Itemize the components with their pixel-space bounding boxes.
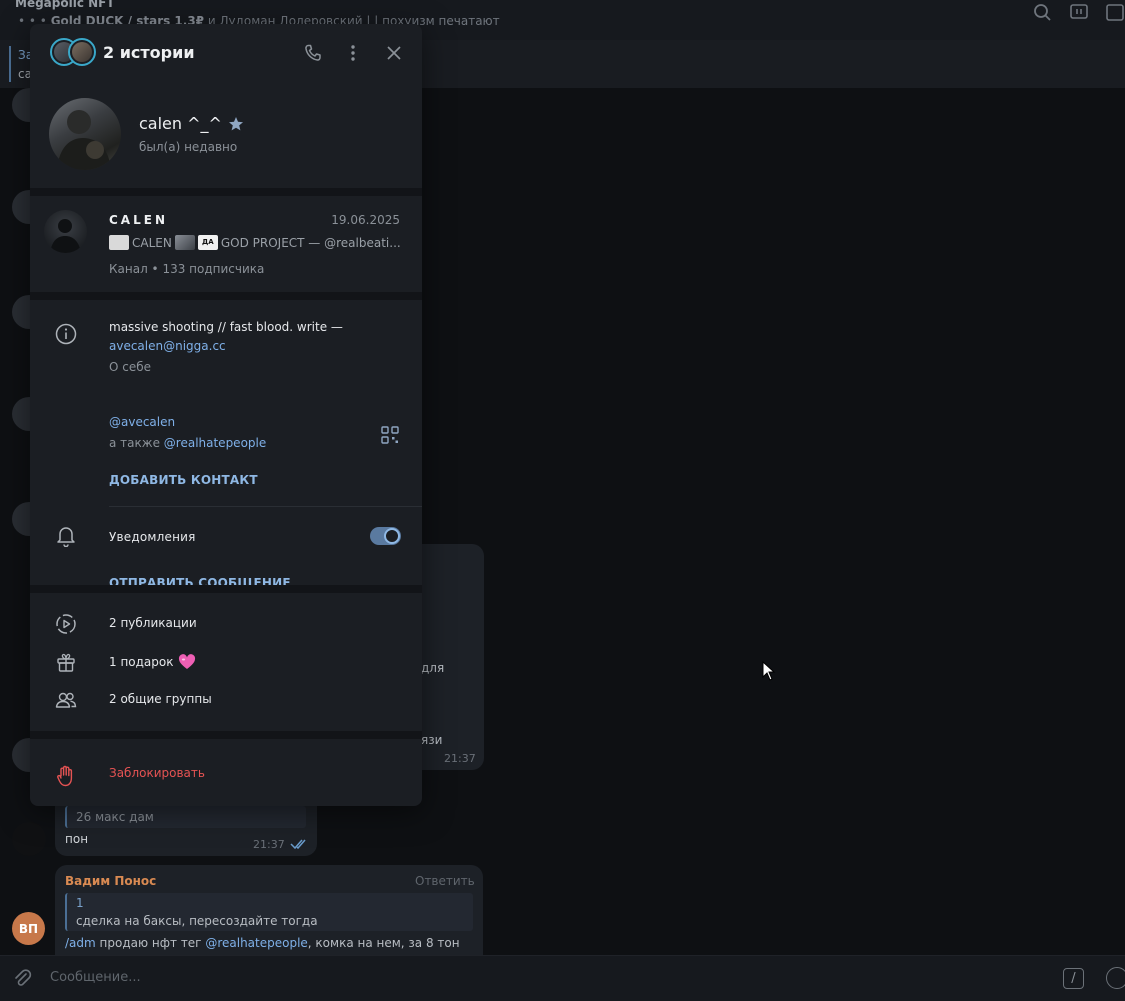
username-block: @avecalen а также @realhatepeople xyxy=(109,413,266,453)
section-separator xyxy=(30,731,422,739)
quote-number: 1 xyxy=(76,896,84,910)
stories-preview[interactable] xyxy=(50,38,96,68)
star-badge-icon[interactable] xyxy=(228,116,244,132)
message-author[interactable]: Вадим Понос xyxy=(65,874,156,888)
double-check-icon xyxy=(290,839,306,850)
common-groups-row[interactable]: 2 общие группы xyxy=(30,681,422,719)
message-text: /adm продаю нфт тег @realhatepeople, ком… xyxy=(65,936,460,950)
channel-meta: Канал • 133 подписчика xyxy=(109,262,265,276)
qr-code-icon[interactable] xyxy=(381,426,399,444)
search-icon[interactable] xyxy=(1033,3,1053,23)
phone-icon[interactable] xyxy=(301,41,325,65)
profile-name: calen ^_^ xyxy=(139,114,244,133)
message-input[interactable]: Сообщение... xyxy=(50,970,141,985)
reply-button[interactable]: Ответить xyxy=(415,874,475,888)
mouse-cursor-icon xyxy=(762,661,776,681)
profile-name-text: calen ^_^ xyxy=(139,114,222,133)
stories-icon xyxy=(54,612,78,636)
common-groups-label: 2 общие группы xyxy=(109,692,212,706)
add-contact-button[interactable]: ДОБАВИТЬ КОНТАКТ xyxy=(109,473,258,487)
user-profile-panel: 2 истории calen ^_^ был(а) недавно CALEN… xyxy=(30,24,422,806)
shared-media-section: 2 публикации 1 подарок 2 общие группы xyxy=(30,593,422,731)
channel-date: 19.06.2025 xyxy=(331,213,400,227)
profile-summary: calen ^_^ был(а) недавно xyxy=(30,84,422,188)
message-time: 21:37 xyxy=(253,838,285,851)
topics-icon[interactable] xyxy=(1069,3,1089,23)
bell-icon xyxy=(54,524,78,548)
more-vertical-icon[interactable] xyxy=(341,41,365,65)
info-section: massive shooting // fast blood. write — … xyxy=(30,300,422,590)
bio-block: massive shooting // fast blood. write — … xyxy=(109,318,343,377)
personal-channel-card[interactable]: CALEN 19.06.2025 CALEN ДА GOD PROJECT — … xyxy=(30,196,422,292)
attach-icon[interactable] xyxy=(12,968,32,988)
pink-heart-emoji xyxy=(178,654,195,669)
block-user-label: Заблокировать xyxy=(109,766,205,780)
notifications-toggle[interactable] xyxy=(370,527,401,545)
sidebar-toggle-icon[interactable] xyxy=(1105,3,1125,23)
publications-row[interactable]: 2 публикации xyxy=(30,605,422,643)
section-separator xyxy=(30,585,422,593)
section-separator xyxy=(30,292,422,300)
channel-desc-part: GOD PROJECT — @realbeati... xyxy=(220,235,401,250)
bio-label: О себе xyxy=(109,360,152,374)
profile-avatar[interactable] xyxy=(49,98,121,170)
also-username-link[interactable]: @realhatepeople xyxy=(164,436,266,450)
channel-last-post: CALEN ДА GOD PROJECT — @realbeati... xyxy=(109,235,404,250)
message-fragment: язи xyxy=(421,733,443,747)
info-icon xyxy=(54,322,78,346)
close-icon[interactable] xyxy=(382,41,406,65)
channel-avatar[interactable] xyxy=(44,210,87,253)
message-text: пон xyxy=(65,832,89,846)
member-avatar[interactable]: ВП xyxy=(12,912,45,945)
message-fragment: для xyxy=(421,661,445,675)
emoji-sticker-icon xyxy=(109,235,129,250)
hand-stop-icon xyxy=(54,764,78,788)
member-avatar[interactable] xyxy=(12,822,46,856)
message-time: 21:37 xyxy=(444,752,476,765)
chat-title[interactable]: Megapolic NFT xyxy=(15,0,115,10)
gift-icon xyxy=(54,650,78,674)
section-divider xyxy=(109,506,422,507)
quote-text: 26 макс дам xyxy=(76,810,154,824)
username-link[interactable]: @avecalen xyxy=(109,413,266,432)
bio-email-link[interactable]: avecalen@nigga.cc xyxy=(109,337,343,356)
profile-status: был(а) недавно xyxy=(139,140,238,154)
also-usernames: а также @realhatepeople xyxy=(109,436,267,450)
toggle-knob xyxy=(384,528,400,544)
bio-text: massive shooting // fast blood. write — xyxy=(109,320,343,334)
channel-desc-part: CALEN xyxy=(132,235,172,250)
notifications-label: Уведомления xyxy=(109,530,196,544)
panel-header: 2 истории xyxy=(30,24,422,84)
channel-name: CALEN xyxy=(109,213,168,227)
panel-title[interactable]: 2 истории xyxy=(103,43,195,62)
message-composer: Сообщение... / xyxy=(0,955,1125,1001)
chat-header-actions xyxy=(1033,3,1125,23)
story-thumbnail[interactable] xyxy=(68,38,96,66)
emoji-sticker-icon: ДА xyxy=(197,235,218,250)
bot-commands-icon[interactable]: / xyxy=(1063,968,1084,989)
quote-text: сделка на баксы, пересоздайте тогда xyxy=(76,914,318,928)
users-icon xyxy=(54,688,78,712)
emoji-sticker-icon xyxy=(174,235,195,250)
gifts-row[interactable]: 1 подарок xyxy=(30,643,422,681)
section-separator xyxy=(30,188,422,196)
pinned-bar-indicator xyxy=(9,46,11,82)
emoji-icon[interactable] xyxy=(1106,967,1125,989)
publications-label: 2 публикации xyxy=(109,616,197,630)
block-user-row[interactable]: Заблокировать xyxy=(30,739,422,806)
gifts-label: 1 подарок xyxy=(109,654,196,670)
